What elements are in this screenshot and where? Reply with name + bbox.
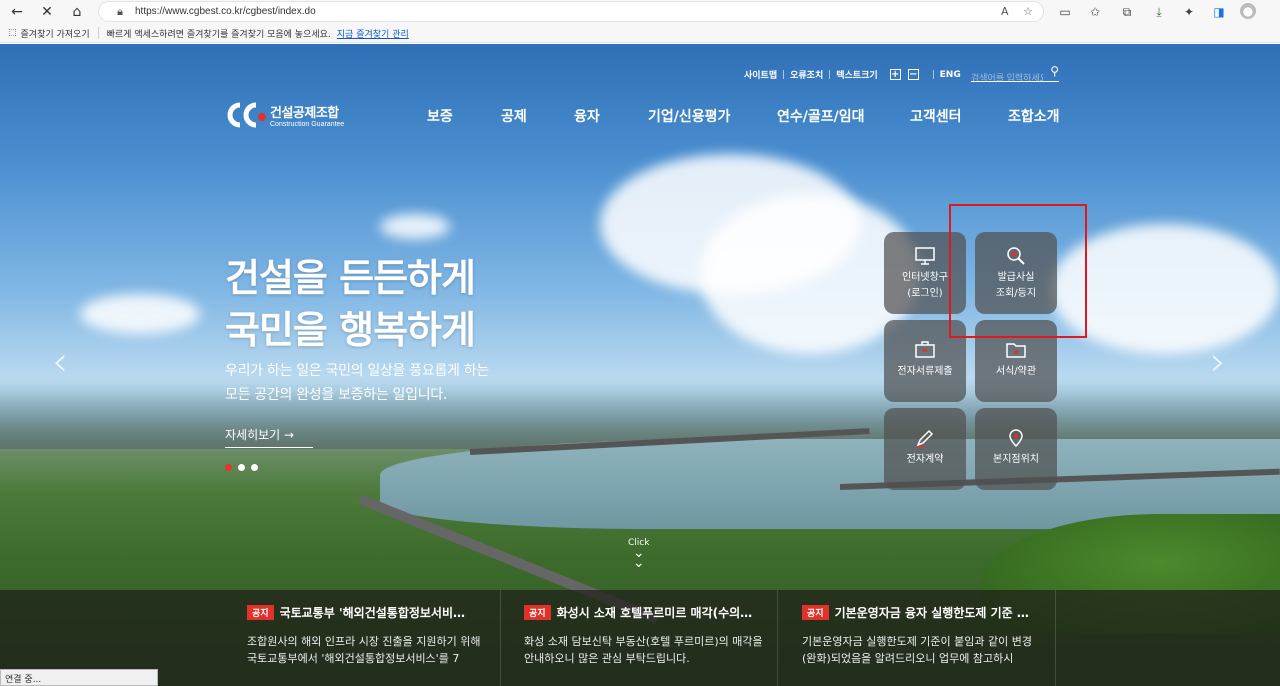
profile-avatar[interactable]: ● [1240, 3, 1256, 19]
sitemap-link[interactable]: 사이트맵 [744, 68, 777, 81]
favorites-bar: ⬚ 즐겨찾기 가져오기 빠르게 액세스하려면 즐겨찾기를 즐겨찾기 모음에 놓으… [0, 24, 1280, 43]
notice-title-row: 공지 화성시 소재 호텔푸르미르 매각(수의… [524, 604, 772, 621]
more-link-label: 자세히보기 [225, 428, 281, 442]
site-search: ⚲ [971, 64, 1059, 85]
hero-desc-2: 모든 공간의 완성을 보증하는 일입니다. [225, 387, 448, 403]
quick-label: 서식/약관 [995, 366, 1037, 377]
url-text[interactable]: https://www.cgbest.co.kr/cgbest/index.do [135, 6, 316, 17]
nav-guarantee[interactable]: 보증 [427, 106, 453, 126]
lock-icon: 🔒︎ [117, 4, 123, 18]
split-screen-icon[interactable]: ▭ [1056, 3, 1074, 21]
downloads-icon[interactable]: ⤓ [1150, 3, 1168, 21]
search-icon[interactable]: ⚲ [1050, 64, 1059, 78]
scroll-indicator[interactable]: Click ⌄ ⌄ [628, 538, 649, 571]
slider-next-icon[interactable]: › [1210, 340, 1236, 384]
notice-item[interactable]: 공지 화성시 소재 호텔푸르미르 매각(수의… 화성 소재 담보신탁 부동산(호텔… [502, 590, 778, 686]
text-size-minus-button[interactable]: − [907, 69, 919, 80]
quick-label: 본지점위치 [993, 454, 1039, 465]
more-link[interactable]: 자세히보기 → [225, 426, 313, 448]
nav-about[interactable]: 조합소개 [1008, 106, 1060, 126]
logo-text: 건설공제조합 Construction Guarantee [270, 102, 344, 128]
slider-dot[interactable] [238, 464, 245, 471]
quick-label: 전자계약 [906, 454, 944, 465]
browser-toolbar: ← ✕ ⌂ 🔒︎ https://www.cgbest.co.kr/cgbest… [0, 0, 1280, 24]
browser-status-bar: 연결 중... [0, 669, 158, 686]
notice-body: 조합원사의 해외 인프라 시장 진출을 지원하기 위해 국토교통부에서 '해외건… [247, 635, 481, 665]
briefcase-icon [915, 341, 935, 358]
notice-title[interactable]: 국토교통부 '해외건설통합정보서비… [280, 606, 465, 620]
arrow-right-icon: → [284, 428, 295, 442]
notice-title-row: 공지 국토교통부 '해외건설통합정보서비… [247, 604, 495, 621]
quick-branch-location[interactable]: 본지점위치 [975, 408, 1057, 490]
divider [932, 70, 934, 79]
search-input[interactable] [971, 71, 1043, 85]
manage-favorites-link[interactable]: 지금 즐겨찾기 관리 [337, 27, 409, 40]
monitor-icon [915, 247, 935, 265]
quick-label: 전자서류제출 [897, 366, 953, 377]
notice-item[interactable]: 공지 국토교통부 '해외건설통합정보서비… 조합원사의 해외 인프라 시장 진출을… [225, 590, 501, 686]
highlight-box [949, 204, 1087, 338]
nav-credit-rating[interactable]: 기업/신용평가 [648, 106, 730, 126]
notice-title-row: 공지 기본운영자금 융자 실행한도제 기준 … [802, 604, 1050, 621]
divider [97, 27, 99, 39]
outlook-icon[interactable]: ◨ [1210, 3, 1228, 21]
divider [783, 70, 785, 79]
collections-icon[interactable]: ⧉ [1118, 3, 1136, 21]
hero-desc-1: 우리가 하는 일은 국민의 일상을 풍요롭게 하는 [225, 363, 489, 379]
background-cloud [80, 294, 200, 334]
import-favorites[interactable]: ⬚ 즐겨찾기 가져오기 [8, 27, 90, 40]
location-icon [1009, 429, 1023, 448]
text-size-label: 텍스트크기 [836, 71, 878, 81]
hero-headline-2: 국민을 행복하게 [225, 308, 476, 352]
notice-body: 기본운영자금 실행한도제 기준이 붙임과 같이 변경(완화)되었음을 알려드리오… [802, 635, 1033, 665]
website-page: 사이트맵 오류조치 텍스트크기 +− ENG ⚲ 건설공제조합 Construc… [0, 44, 1280, 686]
nav-training-golf-lease[interactable]: 연수/골프/임대 [777, 106, 865, 126]
folder-icon [1006, 343, 1026, 358]
import-favorites-label: 즐겨찾기 가져오기 [20, 29, 90, 40]
notice-title[interactable]: 화성시 소재 호텔푸르미르 매각(수의… [557, 606, 753, 620]
slider-prev-icon[interactable]: ‹ [52, 340, 78, 384]
logo-name-en: Construction Guarantee [270, 121, 345, 128]
nav-customer-center[interactable]: 고객센터 [910, 106, 962, 126]
logo[interactable]: 건설공제조합 Construction Guarantee [224, 101, 344, 129]
stop-icon[interactable]: ✕ [32, 0, 62, 24]
chevron-down-icon: ⌄ ⌄ [632, 545, 645, 571]
utility-links: 사이트맵 오류조치 텍스트크기 + − ENG [738, 68, 967, 81]
nav-loan[interactable]: 융자 [574, 106, 600, 126]
pen-icon [916, 429, 934, 448]
import-icon: ⬚ [8, 28, 17, 38]
hero-headline-1: 건설을 든든하게 [225, 256, 476, 300]
favorite-star-icon[interactable]: ☆ [1023, 5, 1033, 18]
background-cloud [380, 214, 450, 239]
nav-mutual-aid[interactable]: 공제 [501, 106, 527, 126]
logo-name-ko: 건설공제조합 [270, 106, 339, 121]
read-aloud-icon[interactable]: A [1001, 5, 1009, 18]
logo-mark-icon [224, 101, 270, 129]
english-link[interactable]: ENG [940, 70, 961, 80]
divider [829, 70, 831, 79]
text-size-plus-button[interactable]: + [889, 69, 901, 80]
notice-bar: 공지 국토교통부 '해외건설통합정보서비… 조합원사의 해외 인프라 시장 진출을… [0, 590, 1280, 686]
address-bar[interactable]: 🔒︎ https://www.cgbest.co.kr/cgbest/index… [98, 1, 1044, 22]
notice-badge: 공지 [247, 605, 274, 620]
slider-dots [225, 464, 258, 471]
notice-badge: 공지 [524, 605, 551, 620]
quick-e-contract[interactable]: 전자계약 [884, 408, 966, 490]
error-help-link[interactable]: 오류조치 [790, 68, 823, 81]
home-icon[interactable]: ⌂ [62, 0, 92, 24]
back-icon[interactable]: ← [2, 0, 32, 24]
extensions-icon[interactable]: ✦ [1180, 3, 1198, 21]
favorites-hint: 빠르게 액세스하려면 즐겨찾기를 즐겨찾기 모음에 놓으세요. [106, 29, 331, 40]
notice-badge: 공지 [802, 605, 829, 620]
notice-item[interactable]: 공지 기본운영자금 융자 실행한도제 기준 … 기본운영자금 실행한도제 기준이 … [780, 590, 1056, 686]
slider-dot[interactable] [225, 464, 232, 471]
notice-title[interactable]: 기본운영자금 융자 실행한도제 기준 … [835, 606, 1029, 620]
slider-dot[interactable] [251, 464, 258, 471]
notice-body: 화성 소재 담보신탁 부동산(호텔 푸르미르)의 매각을 안내하오니 많은 관심… [524, 635, 763, 665]
favorites-icon[interactable]: ✩ [1086, 3, 1104, 21]
